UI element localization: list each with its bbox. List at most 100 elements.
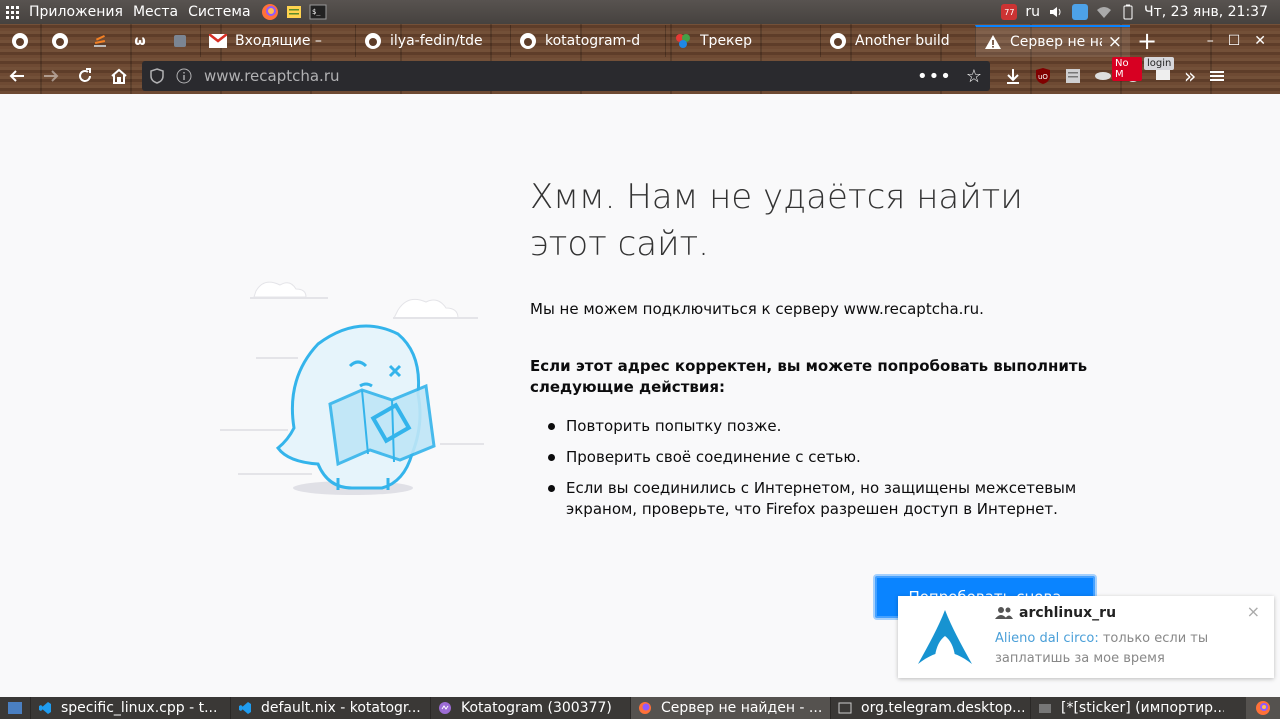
maximize-icon[interactable]: ☐ (1228, 33, 1241, 49)
reader-icon[interactable] (1064, 67, 1082, 85)
telegram-notification[interactable]: archlinux_ru Alieno dal circo: только ес… (898, 596, 1274, 678)
tab-title: Трекер (700, 33, 753, 49)
close-window-icon[interactable]: ✕ (1254, 33, 1266, 49)
noscript-badge[interactable]: No M (1112, 57, 1142, 87)
login-badge[interactable]: login (1144, 57, 1175, 87)
tab-server-not-found[interactable]: Сервер не на × (975, 25, 1130, 57)
task-title: default.nix - kotatogr... (261, 700, 421, 716)
suggestion-list: Повторить попытку позже. Проверить своё … (548, 416, 1108, 530)
download-icon[interactable] (1004, 67, 1022, 85)
notes-launcher-icon[interactable] (285, 3, 303, 21)
suggestion-item: Проверить своё соединение с сетью. (548, 447, 1108, 468)
gimp-icon (1037, 700, 1053, 716)
tab-title: Сервер не на (1010, 34, 1102, 50)
tab-title: kotatogram-d (545, 33, 641, 49)
ublock-icon[interactable]: uO (1034, 67, 1052, 85)
error-description: Мы не можем подключиться к серверу www.r… (530, 300, 984, 318)
page-actions-icon[interactable]: ••• (917, 66, 952, 87)
tab-title: ilya-fedin/tde (390, 33, 483, 49)
shield-icon[interactable] (150, 68, 164, 84)
vscode-icon (37, 700, 53, 716)
group-chat-icon (995, 607, 1013, 619)
tracker-icon (674, 32, 692, 50)
back-arrow-icon (9, 70, 24, 82)
terminal-launcher-icon[interactable]: $_ (309, 3, 327, 21)
task-title: Сервер не найден - ... (661, 700, 823, 716)
url-text[interactable]: www.recaptcha.ru (204, 67, 340, 85)
firefox-icon (1256, 701, 1270, 715)
pinned-tab-app[interactable] (160, 25, 200, 57)
pinned-tab-github[interactable] (0, 25, 40, 57)
back-button[interactable] (0, 61, 34, 91)
task-title: Kotatogram (300377) (461, 700, 612, 716)
notification-counter-icon[interactable]: 77 (1001, 4, 1018, 20)
tab-title: Another build (855, 33, 950, 49)
reload-icon (79, 68, 91, 82)
volume-icon[interactable] (1048, 4, 1064, 20)
tab-gmail[interactable]: Входящие – (200, 25, 355, 57)
close-tab-icon[interactable]: × (1102, 32, 1122, 52)
notification-group: archlinux_ru (995, 605, 1116, 621)
noscript-badge-label: No M (1112, 57, 1142, 81)
reload-button[interactable] (68, 61, 102, 91)
app-icon (174, 35, 186, 47)
suggestion-item: Повторить попытку позже. (548, 416, 1108, 437)
github-icon (829, 32, 847, 50)
firefox-tray-button[interactable] (1246, 697, 1280, 719)
tab-tracker[interactable]: Трекер (665, 25, 820, 57)
task-firefox[interactable]: Сервер не найден - ... (630, 697, 830, 719)
hamburger-menu-icon[interactable] (1208, 67, 1226, 85)
system-panel: Приложения Места Система $_ 77 ru Чт, 23… (0, 0, 1280, 24)
vscode-icon (237, 700, 253, 716)
window-controls: – ☐ ✕ (1207, 33, 1280, 49)
login-badge-label: login (1144, 57, 1175, 70)
svg-text:$_: $_ (312, 8, 321, 16)
wifi-icon[interactable] (1096, 4, 1112, 20)
forward-button[interactable] (34, 61, 68, 91)
extension-icon[interactable] (1094, 67, 1112, 85)
pinned-tab-omega[interactable]: ω (120, 25, 160, 57)
tab-another-build[interactable]: Another build (820, 25, 975, 57)
menu-applications[interactable]: Приложения (29, 4, 123, 20)
overflow-menu-icon[interactable]: » (1184, 64, 1196, 88)
app-tray-icon[interactable] (1072, 4, 1088, 20)
kotatogram-icon (437, 700, 453, 716)
archlinux-avatar-icon (918, 610, 972, 664)
task-title: org.telegram.desktop.... (861, 700, 1024, 716)
minimize-icon[interactable]: – (1207, 33, 1214, 49)
tab-ilya-fedin[interactable]: ilya-fedin/tde (355, 25, 510, 57)
keyboard-layout[interactable]: ru (1025, 4, 1040, 20)
clock[interactable]: Чт, 23 янв, 21:37 (1144, 4, 1268, 20)
battery-icon[interactable] (1120, 4, 1136, 20)
task-specific-linux[interactable]: specific_linux.cpp - t... (30, 697, 230, 719)
close-notification-icon[interactable]: × (1247, 602, 1260, 621)
warning-icon (984, 33, 1002, 51)
bookmark-star-icon[interactable]: ☆ (966, 66, 982, 87)
tab-title: Входящие – (235, 33, 322, 49)
new-tab-button[interactable]: + (1130, 27, 1164, 55)
menu-system[interactable]: Система (188, 4, 250, 20)
url-bar[interactable]: www.recaptcha.ru ••• ☆ (142, 61, 990, 91)
home-button[interactable] (102, 61, 136, 91)
show-desktop-button[interactable] (0, 697, 30, 719)
task-kotatogram[interactable]: Kotatogram (300377) (430, 697, 630, 719)
info-icon[interactable] (176, 68, 192, 84)
task-default-nix[interactable]: default.nix - kotatogr... (230, 697, 430, 719)
tab-kotatogram[interactable]: kotatogram-d (510, 25, 665, 57)
home-icon (111, 68, 127, 84)
error-dino-illustration (220, 281, 484, 495)
error-hint: Если этот адрес корректен, вы можете поп… (530, 357, 1088, 396)
task-title: specific_linux.cpp - t... (61, 700, 218, 716)
menu-places[interactable]: Места (133, 4, 178, 20)
applications-grid-icon[interactable] (6, 5, 19, 19)
pinned-tab-stackoverflow[interactable] (80, 25, 120, 57)
firefox-launcher-icon[interactable] (261, 3, 279, 21)
browser-chrome: ω Входящие – ilya-fedin/tde kotatogram-d… (0, 24, 1280, 94)
omega-icon: ω (134, 33, 146, 49)
github-icon (52, 33, 68, 49)
task-gimp-sticker[interactable]: [*[sticker] (импортир... (1030, 697, 1230, 719)
pinned-tab-github-2[interactable] (40, 25, 80, 57)
taskbar: specific_linux.cpp - t... default.nix - … (0, 697, 1280, 719)
github-icon (12, 33, 28, 49)
task-telegram-desktop[interactable]: org.telegram.desktop.... (830, 697, 1030, 719)
